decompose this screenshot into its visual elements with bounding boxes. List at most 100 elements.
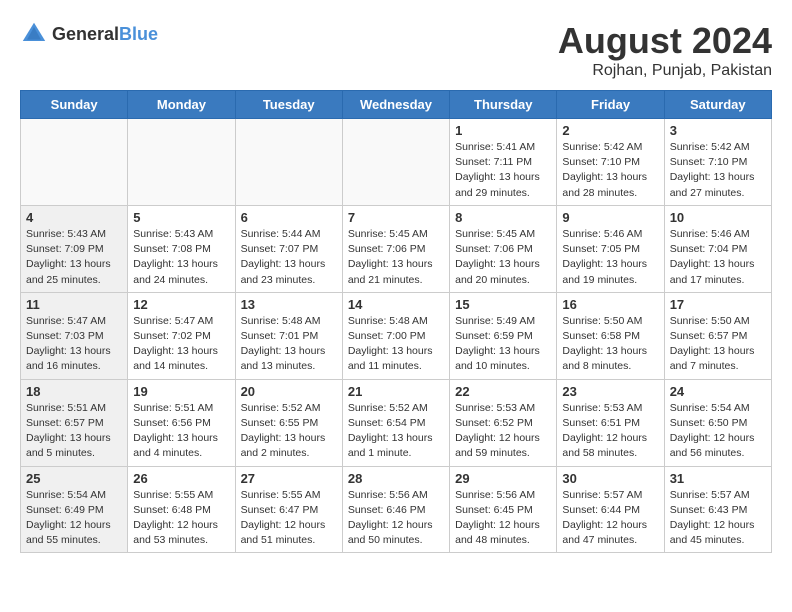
- day-info: Sunrise: 5:55 AM Sunset: 6:47 PM Dayligh…: [241, 488, 337, 549]
- day-info: Sunrise: 5:42 AM Sunset: 7:10 PM Dayligh…: [562, 140, 658, 201]
- calendar-cell: 1 Sunrise: 5:41 AM Sunset: 7:11 PM Daylig…: [450, 119, 557, 206]
- day-info: Sunrise: 5:55 AM Sunset: 6:48 PM Dayligh…: [133, 488, 229, 549]
- calendar-cell: 27 Sunrise: 5:55 AM Sunset: 6:47 PM Dayli…: [235, 466, 342, 553]
- day-info: Sunrise: 5:54 AM Sunset: 6:49 PM Dayligh…: [26, 488, 122, 549]
- calendar-table: SundayMondayTuesdayWednesdayThursdayFrid…: [20, 90, 772, 553]
- calendar-cell: 10Sunrise: 5:46 AM Sunset: 7:04 PM Dayli…: [664, 205, 771, 292]
- day-number: 29: [455, 471, 551, 486]
- day-info: Sunrise: 5:52 AM Sunset: 6:54 PM Dayligh…: [348, 401, 444, 462]
- day-number: 4: [26, 210, 122, 225]
- calendar-cell: 13 Sunrise: 5:48 AM Sunset: 7:01 PM Dayli…: [235, 292, 342, 379]
- calendar-cell: 20Sunrise: 5:52 AM Sunset: 6:55 PM Dayli…: [235, 379, 342, 466]
- day-info: Sunrise: 5:46 AM Sunset: 7:05 PM Dayligh…: [562, 227, 658, 288]
- day-info: Sunrise: 5:48 AM Sunset: 7:01 PM Dayligh…: [241, 314, 337, 375]
- calendar-cell: 4 Sunrise: 5:43 AM Sunset: 7:09 PM Daylig…: [21, 205, 128, 292]
- day-info: Sunrise: 5:50 AM Sunset: 6:58 PM Dayligh…: [562, 314, 658, 375]
- weekday-header: Friday: [557, 91, 664, 119]
- calendar-cell: 15Sunrise: 5:49 AM Sunset: 6:59 PM Dayli…: [450, 292, 557, 379]
- day-number: 8: [455, 210, 551, 225]
- day-info: Sunrise: 5:51 AM Sunset: 6:57 PM Dayligh…: [26, 401, 122, 462]
- calendar-cell: 16 Sunrise: 5:50 AM Sunset: 6:58 PM Dayli…: [557, 292, 664, 379]
- day-number: 13: [241, 297, 337, 312]
- calendar-cell: 21 Sunrise: 5:52 AM Sunset: 6:54 PM Dayli…: [342, 379, 449, 466]
- day-number: 2: [562, 123, 658, 138]
- day-info: Sunrise: 5:48 AM Sunset: 7:00 PM Dayligh…: [348, 314, 444, 375]
- day-info: Sunrise: 5:51 AM Sunset: 6:56 PM Dayligh…: [133, 401, 229, 462]
- day-info: Sunrise: 5:57 AM Sunset: 6:43 PM Dayligh…: [670, 488, 766, 549]
- day-info: Sunrise: 5:42 AM Sunset: 7:10 PM Dayligh…: [670, 140, 766, 201]
- day-number: 1: [455, 123, 551, 138]
- calendar-cell: 8 Sunrise: 5:45 AM Sunset: 7:06 PM Daylig…: [450, 205, 557, 292]
- day-number: 21: [348, 384, 444, 399]
- calendar-cell: 19 Sunrise: 5:51 AM Sunset: 6:56 PM Dayli…: [128, 379, 235, 466]
- day-number: 28: [348, 471, 444, 486]
- day-number: 27: [241, 471, 337, 486]
- weekday-header: Monday: [128, 91, 235, 119]
- day-info: Sunrise: 5:47 AM Sunset: 7:02 PM Dayligh…: [133, 314, 229, 375]
- calendar-cell: 3 Sunrise: 5:42 AM Sunset: 7:10 PM Daylig…: [664, 119, 771, 206]
- calendar-cell: 28 Sunrise: 5:56 AM Sunset: 6:46 PM Dayli…: [342, 466, 449, 553]
- calendar-cell: 17Sunrise: 5:50 AM Sunset: 6:57 PM Dayli…: [664, 292, 771, 379]
- calendar-cell: 23 Sunrise: 5:53 AM Sunset: 6:51 PM Dayli…: [557, 379, 664, 466]
- calendar-cell: 6Sunrise: 5:44 AM Sunset: 7:07 PM Daylig…: [235, 205, 342, 292]
- location: Rojhan, Punjab, Pakistan: [558, 62, 772, 80]
- day-number: 3: [670, 123, 766, 138]
- day-info: Sunrise: 5:56 AM Sunset: 6:46 PM Dayligh…: [348, 488, 444, 549]
- calendar-cell: 30 Sunrise: 5:57 AM Sunset: 6:44 PM Dayli…: [557, 466, 664, 553]
- day-info: Sunrise: 5:53 AM Sunset: 6:51 PM Dayligh…: [562, 401, 658, 462]
- calendar-cell: 2 Sunrise: 5:42 AM Sunset: 7:10 PM Daylig…: [557, 119, 664, 206]
- day-number: 5: [133, 210, 229, 225]
- day-number: 19: [133, 384, 229, 399]
- calendar-cell: 7Sunrise: 5:45 AM Sunset: 7:06 PM Daylig…: [342, 205, 449, 292]
- day-info: Sunrise: 5:46 AM Sunset: 7:04 PM Dayligh…: [670, 227, 766, 288]
- month-year: August 2024: [558, 20, 772, 62]
- calendar-week-row: 1 Sunrise: 5:41 AM Sunset: 7:11 PM Daylig…: [21, 119, 772, 206]
- calendar-cell: 9 Sunrise: 5:46 AM Sunset: 7:05 PM Daylig…: [557, 205, 664, 292]
- day-number: 26: [133, 471, 229, 486]
- calendar-week-row: 11Sunrise: 5:47 AM Sunset: 7:03 PM Dayli…: [21, 292, 772, 379]
- day-number: 31: [670, 471, 766, 486]
- title-section: August 2024 Rojhan, Punjab, Pakistan: [558, 20, 772, 80]
- weekday-header: Sunday: [21, 91, 128, 119]
- weekday-header: Thursday: [450, 91, 557, 119]
- calendar-cell: 5Sunrise: 5:43 AM Sunset: 7:08 PM Daylig…: [128, 205, 235, 292]
- calendar-cell: 12 Sunrise: 5:47 AM Sunset: 7:02 PM Dayli…: [128, 292, 235, 379]
- day-number: 25: [26, 471, 122, 486]
- day-number: 16: [562, 297, 658, 312]
- calendar-cell: 22Sunrise: 5:53 AM Sunset: 6:52 PM Dayli…: [450, 379, 557, 466]
- day-info: Sunrise: 5:49 AM Sunset: 6:59 PM Dayligh…: [455, 314, 551, 375]
- day-number: 9: [562, 210, 658, 225]
- day-info: Sunrise: 5:53 AM Sunset: 6:52 PM Dayligh…: [455, 401, 551, 462]
- logo-blue: Blue: [119, 24, 158, 44]
- logo-general: General: [52, 24, 119, 44]
- day-info: Sunrise: 5:56 AM Sunset: 6:45 PM Dayligh…: [455, 488, 551, 549]
- day-number: 11: [26, 297, 122, 312]
- logo: GeneralBlue: [20, 20, 158, 48]
- weekday-header: Wednesday: [342, 91, 449, 119]
- day-number: 17: [670, 297, 766, 312]
- calendar-week-row: 25 Sunrise: 5:54 AM Sunset: 6:49 PM Dayli…: [21, 466, 772, 553]
- weekday-header: Saturday: [664, 91, 771, 119]
- page-header: GeneralBlue August 2024 Rojhan, Punjab, …: [20, 20, 772, 80]
- day-number: 30: [562, 471, 658, 486]
- calendar-cell: [128, 119, 235, 206]
- calendar-cell: 24Sunrise: 5:54 AM Sunset: 6:50 PM Dayli…: [664, 379, 771, 466]
- weekday-header: Tuesday: [235, 91, 342, 119]
- day-number: 12: [133, 297, 229, 312]
- day-info: Sunrise: 5:44 AM Sunset: 7:07 PM Dayligh…: [241, 227, 337, 288]
- day-number: 14: [348, 297, 444, 312]
- calendar-cell: 14 Sunrise: 5:48 AM Sunset: 7:00 PM Dayli…: [342, 292, 449, 379]
- day-info: Sunrise: 5:45 AM Sunset: 7:06 PM Dayligh…: [455, 227, 551, 288]
- calendar-cell: [21, 119, 128, 206]
- calendar-cell: 29 Sunrise: 5:56 AM Sunset: 6:45 PM Dayli…: [450, 466, 557, 553]
- calendar-week-row: 18 Sunrise: 5:51 AM Sunset: 6:57 PM Dayli…: [21, 379, 772, 466]
- day-info: Sunrise: 5:43 AM Sunset: 7:09 PM Dayligh…: [26, 227, 122, 288]
- day-info: Sunrise: 5:57 AM Sunset: 6:44 PM Dayligh…: [562, 488, 658, 549]
- day-number: 23: [562, 384, 658, 399]
- day-number: 18: [26, 384, 122, 399]
- weekday-header-row: SundayMondayTuesdayWednesdayThursdayFrid…: [21, 91, 772, 119]
- calendar-cell: 31 Sunrise: 5:57 AM Sunset: 6:43 PM Dayli…: [664, 466, 771, 553]
- day-info: Sunrise: 5:41 AM Sunset: 7:11 PM Dayligh…: [455, 140, 551, 201]
- logo-icon: [20, 20, 48, 48]
- calendar-cell: 18 Sunrise: 5:51 AM Sunset: 6:57 PM Dayli…: [21, 379, 128, 466]
